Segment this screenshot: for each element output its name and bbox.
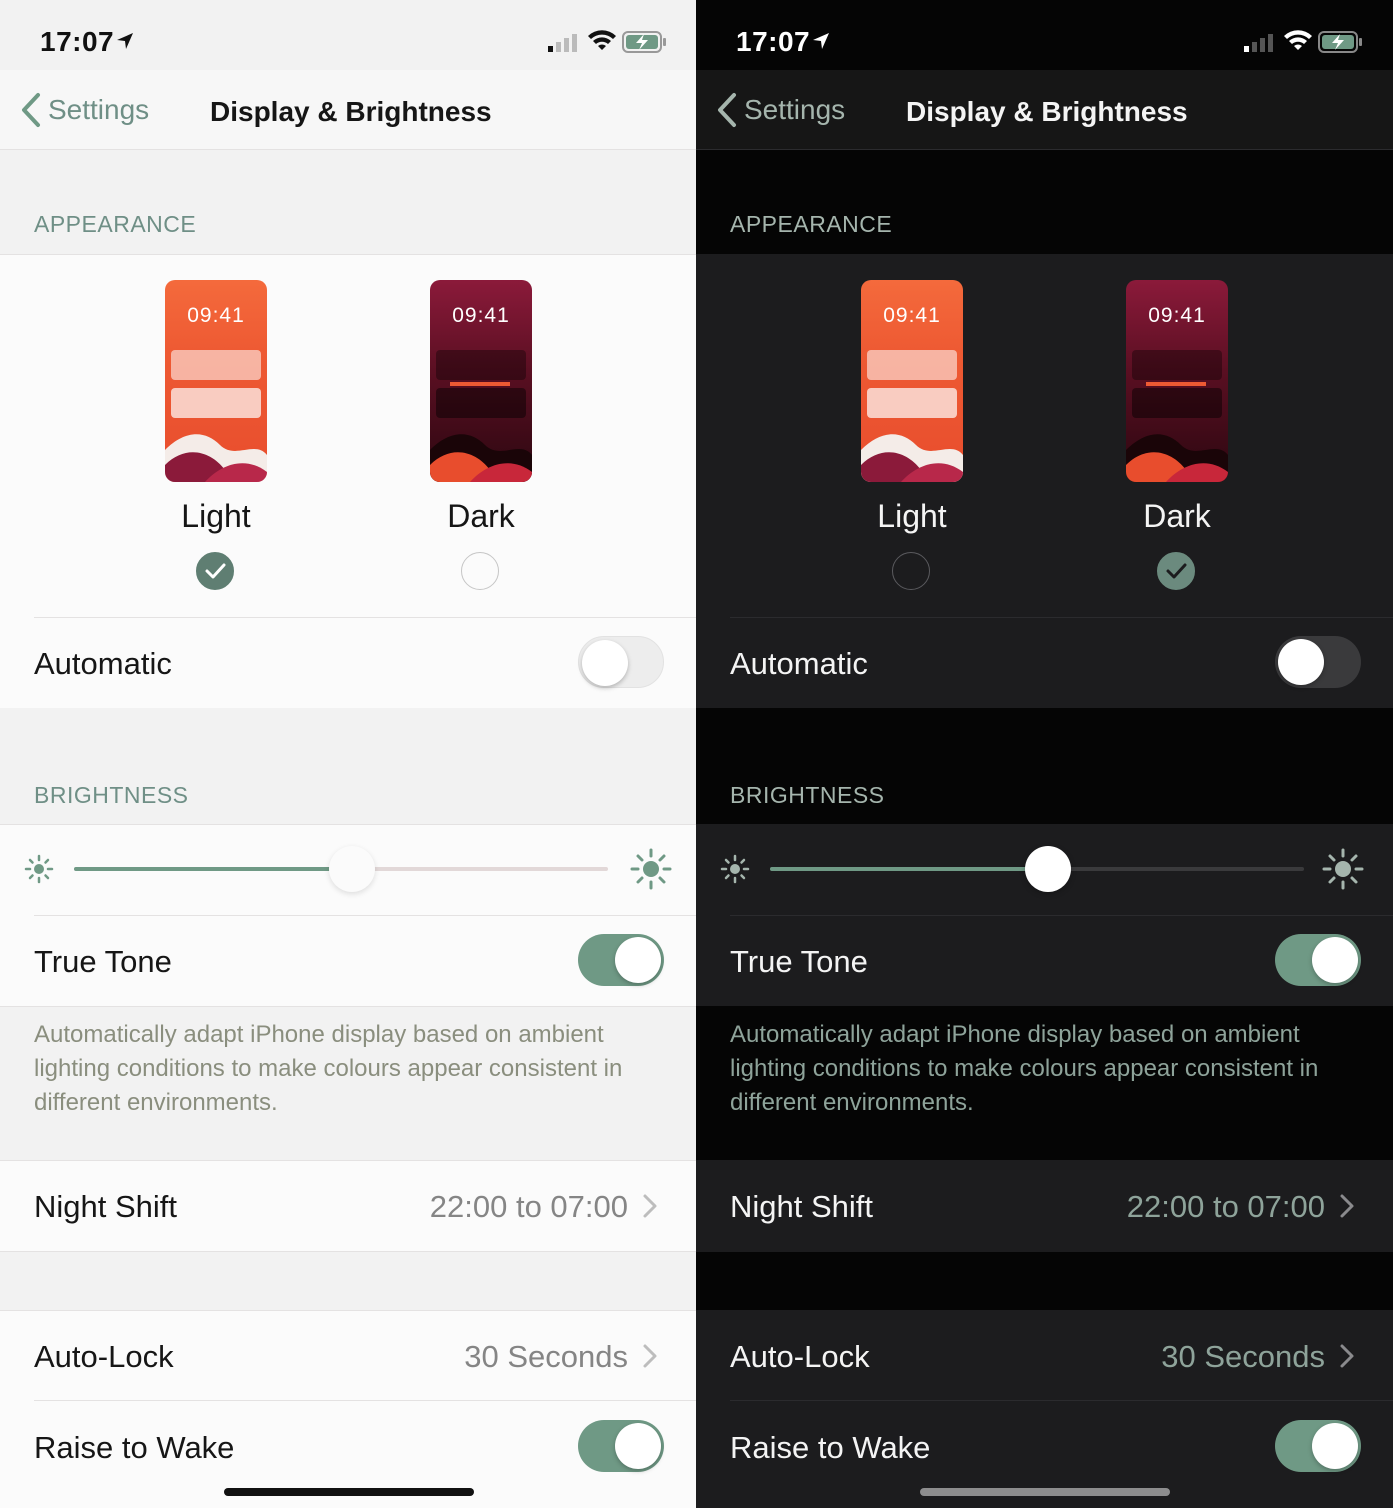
back-button-label: Settings	[744, 94, 846, 125]
light-label: Light	[877, 498, 947, 534]
dark-preview-thumbnail[interactable]: 09:41	[1126, 280, 1228, 482]
thumbnail-time: 09:41	[187, 304, 245, 327]
light-preview-thumbnail[interactable]: 09:41	[861, 280, 963, 482]
true-tone-description: Automatically adapt iPhone display based…	[730, 1021, 1319, 1116]
home-indicator[interactable]	[920, 1488, 1170, 1496]
checkmark-icon	[1166, 563, 1186, 578]
toggle-knob	[615, 937, 661, 983]
dark-label: Dark	[447, 498, 515, 534]
dark-radio-selected[interactable]	[1157, 552, 1195, 590]
sun-small-icon	[24, 854, 54, 884]
navigation-bar: Settings Display & Brightness	[0, 70, 696, 150]
dark-mode-screen: 17:07 Settings Display & Brightness APPE…	[696, 0, 1393, 1508]
chevron-left-icon	[718, 93, 736, 127]
separator	[730, 1400, 1393, 1401]
thumbnail-time: 09:41	[883, 304, 941, 327]
slider-thumb[interactable]	[328, 846, 375, 892]
automatic-toggle[interactable]	[1275, 636, 1361, 688]
brightness-slider[interactable]	[770, 846, 1304, 892]
true-tone-label: True Tone	[730, 944, 868, 979]
chevron-left-icon	[22, 93, 40, 127]
appearance-option-light[interactable]: 09:41 Light	[861, 280, 963, 590]
brightness-slider[interactable]	[74, 846, 608, 892]
toggle-knob	[615, 1423, 661, 1469]
light-radio-unselected[interactable]	[892, 552, 930, 590]
light-preview-thumbnail[interactable]: 09:41	[165, 280, 267, 482]
location-arrow-icon	[117, 33, 133, 49]
back-button[interactable]: Settings	[20, 92, 149, 128]
chevron-right-icon	[1340, 1194, 1354, 1218]
night-shift-value: 22:00 to 07:00	[429, 1189, 628, 1224]
brightness-section-header: BRIGHTNESS	[730, 782, 885, 808]
status-time: 17:07	[40, 26, 115, 57]
back-button[interactable]: Settings	[716, 92, 845, 128]
page-title: Display & Brightness	[210, 96, 492, 127]
toggle-knob	[1312, 937, 1358, 983]
sun-large-icon	[1322, 848, 1364, 890]
thumbnail-time: 09:41	[1148, 304, 1206, 327]
slider-fill	[74, 867, 352, 871]
checkmark-icon	[205, 563, 225, 578]
chevron-right-icon	[1340, 1344, 1354, 1368]
toggle-knob	[1278, 639, 1324, 685]
wifi-icon	[1284, 30, 1312, 50]
raise-to-wake-label: Raise to Wake	[34, 1430, 235, 1465]
separator	[34, 1400, 696, 1401]
chevron-right-icon	[643, 1194, 657, 1218]
raise-to-wake-toggle[interactable]	[1275, 1420, 1361, 1472]
sun-small-icon	[720, 854, 750, 884]
chevron-right-icon	[643, 1344, 657, 1368]
sun-large-icon	[630, 848, 672, 890]
night-shift-value: 22:00 to 07:00	[1126, 1189, 1325, 1224]
navigation-bar: Settings Display & Brightness	[696, 70, 1393, 150]
auto-lock-label: Auto-Lock	[730, 1339, 870, 1374]
toggle-knob	[1312, 1423, 1358, 1469]
night-shift-label: Night Shift	[34, 1189, 178, 1224]
raise-to-wake-label: Raise to Wake	[730, 1430, 931, 1465]
separator	[0, 1006, 696, 1007]
home-indicator[interactable]	[224, 1488, 474, 1496]
page-title: Display & Brightness	[906, 96, 1188, 127]
true-tone-toggle[interactable]	[578, 934, 664, 986]
light-label: Light	[181, 498, 251, 534]
true-tone-label: True Tone	[34, 944, 172, 979]
auto-lock-label: Auto-Lock	[34, 1339, 174, 1374]
automatic-label: Automatic	[34, 646, 172, 681]
dark-radio-unselected[interactable]	[461, 552, 499, 590]
back-button-label: Settings	[48, 94, 150, 125]
automatic-label: Automatic	[730, 646, 868, 681]
separator	[34, 915, 696, 916]
brightness-section-header: BRIGHTNESS	[34, 782, 189, 808]
separator	[730, 617, 1393, 618]
cellular-signal-icon	[1244, 34, 1273, 52]
light-mode-screen: 17:07 Settings Display & Brightness APPE…	[0, 0, 696, 1508]
automatic-toggle[interactable]	[578, 636, 664, 688]
true-tone-description: Automatically adapt iPhone display based…	[34, 1021, 623, 1116]
auto-lock-value[interactable]: 30 Seconds	[464, 1339, 628, 1375]
night-shift-label: Night Shift	[730, 1189, 874, 1224]
location-arrow-icon	[813, 33, 829, 49]
true-tone-toggle[interactable]	[1275, 934, 1361, 986]
toggle-knob	[582, 640, 628, 686]
battery-charging-icon	[1318, 31, 1362, 53]
light-radio-selected[interactable]	[196, 552, 234, 590]
battery-charging-icon	[622, 31, 666, 53]
slider-fill	[770, 867, 1048, 871]
cellular-signal-icon	[548, 34, 577, 52]
appearance-section-header: APPEARANCE	[34, 211, 197, 237]
status-time: 17:07	[736, 26, 811, 57]
appearance-section-header: APPEARANCE	[730, 211, 893, 237]
appearance-option-dark[interactable]: 09:41 Dark	[430, 280, 532, 590]
auto-lock-value[interactable]: 30 Seconds	[1161, 1339, 1325, 1375]
appearance-option-light[interactable]: 09:41 Light	[165, 280, 267, 590]
separator	[34, 617, 696, 618]
dark-label: Dark	[1143, 498, 1211, 534]
dark-preview-thumbnail[interactable]: 09:41	[430, 280, 532, 482]
separator	[730, 915, 1393, 916]
appearance-option-dark[interactable]: 09:41 Dark	[1126, 280, 1228, 590]
raise-to-wake-toggle[interactable]	[578, 1420, 664, 1472]
thumbnail-time: 09:41	[452, 304, 510, 327]
slider-thumb[interactable]	[1024, 846, 1071, 892]
wifi-icon	[588, 30, 616, 50]
